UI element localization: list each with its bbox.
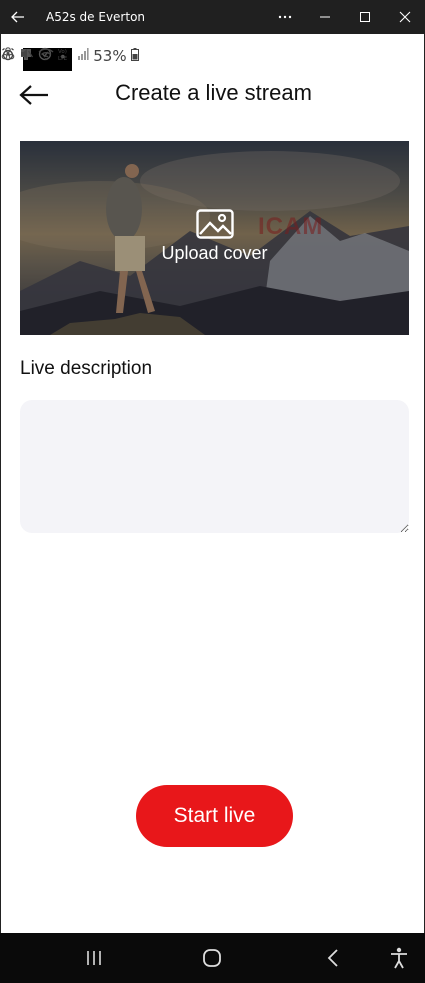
more-icon [278, 15, 292, 19]
svg-text:Vo): Vo) [58, 49, 67, 55]
home-button[interactable] [197, 945, 227, 971]
minimize-icon [320, 16, 330, 18]
status-right-icons: Vo) LTE 53% [1, 47, 425, 75]
live-description-label: Live description [20, 358, 153, 379]
window-titlebar: A52s de Everton [0, 0, 425, 34]
android-navbar [0, 933, 425, 983]
battery-percent: 53% [93, 47, 127, 65]
recents-button[interactable] [79, 945, 109, 971]
phone-screen: • Vo) LTE 53% Create a live stream ICAM … [0, 34, 425, 933]
image-icon [195, 209, 234, 239]
minimize-button[interactable] [305, 0, 345, 34]
mute-icon [21, 49, 34, 59]
wifi-icon [38, 48, 54, 60]
start-live-button[interactable]: Start live [136, 785, 293, 847]
nav-back-button[interactable] [318, 945, 348, 971]
window-title: A52s de Everton [46, 10, 146, 24]
live-description-input[interactable] [20, 400, 409, 533]
home-icon [203, 949, 221, 967]
accessibility-button[interactable] [384, 945, 414, 971]
signal-icon [77, 48, 89, 60]
maximize-icon [360, 12, 370, 22]
page-title: Create a live stream [115, 80, 312, 105]
app-header: Create a live stream [1, 74, 425, 114]
svg-text:LTE: LTE [58, 56, 68, 61]
accessibility-icon [391, 947, 407, 969]
upload-cover-label: Upload cover [161, 243, 268, 263]
arrow-left-icon [11, 11, 24, 23]
back-icon [327, 949, 338, 967]
recents-icon [87, 951, 101, 965]
upload-cover-prompt: Upload cover [20, 209, 409, 264]
window-back-button[interactable] [0, 0, 36, 34]
upload-cover-area[interactable]: ICAM Upload cover [20, 141, 409, 335]
battery-icon [131, 48, 140, 61]
volte-icon: Vo)LTE [58, 49, 68, 62]
alarm-icon [2, 47, 14, 61]
maximize-button[interactable] [345, 0, 385, 34]
close-button[interactable] [385, 0, 425, 34]
more-button[interactable] [265, 0, 305, 34]
close-icon [399, 11, 411, 23]
